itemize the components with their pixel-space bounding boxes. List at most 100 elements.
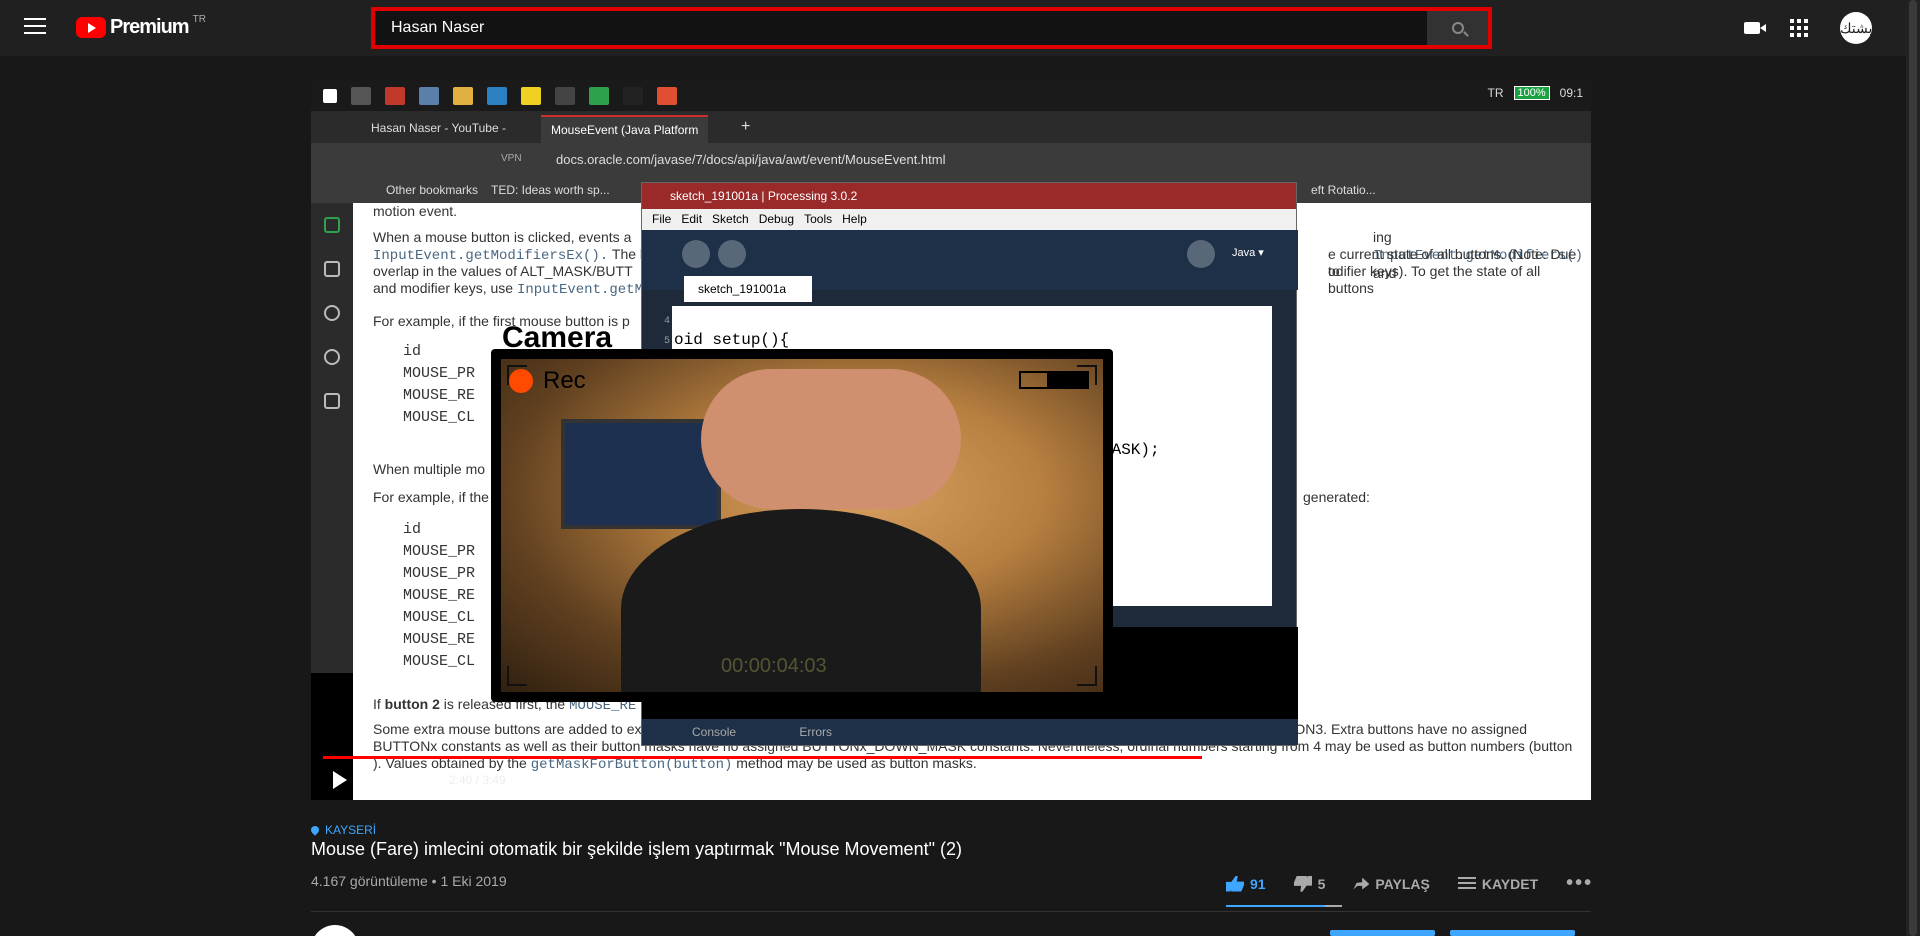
camera-feed-hand (701, 369, 961, 509)
fullscreen-icon[interactable] (1555, 772, 1575, 788)
processing-toolbar: Java ▾ sketch_191001a (642, 230, 1298, 302)
history-icon (324, 349, 340, 365)
app-icon (487, 86, 507, 105)
doc-text-bold: button 2 (384, 696, 440, 712)
bookmark-item: TED: Ideas worth sp... (491, 183, 610, 197)
search-icon (351, 86, 371, 105)
new-tab-icon: + (741, 118, 751, 135)
join-button[interactable] (1330, 930, 1435, 936)
whatsapp-icon (324, 217, 340, 233)
opera-icon (385, 86, 405, 105)
scrollbar-thumb[interactable] (1909, 0, 1917, 936)
camera-timecode: 00:00:04:03 (721, 655, 827, 677)
divider (311, 911, 1591, 912)
view-count: 4.167 görüntüleme (311, 873, 428, 889)
mute-icon[interactable] (411, 773, 425, 787)
theater-mode-icon[interactable] (1513, 772, 1537, 788)
event-list-item: id (403, 343, 422, 360)
account-avatar[interactable]: ﺑﺸﺘﻚ (1840, 12, 1872, 44)
menu-icon[interactable] (24, 18, 46, 36)
video-player[interactable]: TR 100% 09:1 Hasan Naser - YouTube - Mou… (311, 80, 1591, 800)
doc-text: and modifier keys, use (373, 280, 514, 296)
errors-tab: Errors (799, 725, 833, 739)
youtube-logo[interactable]: Premium TR (76, 14, 206, 39)
event-list: id MOUSE_PR MOUSE_RE MOUSE_CL (403, 341, 475, 429)
doc-code: InputEvent.getModifiersEx(). (373, 248, 609, 264)
next-icon[interactable] (371, 773, 383, 787)
more-actions-button[interactable]: ••• (1566, 872, 1593, 895)
search-box (371, 7, 1492, 49)
subscribe-button[interactable] (1450, 930, 1575, 936)
brand-label: Premium (110, 16, 190, 38)
media-icon (623, 86, 643, 105)
create-video-button[interactable] (1740, 16, 1766, 40)
rec-indicator: Rec (509, 367, 586, 395)
event-list: id MOUSE_PR MOUSE_PR MOUSE_RE MOUSE_CL M… (403, 519, 475, 673)
like-button[interactable]: 91 (1226, 875, 1266, 892)
event-list-item: MOUSE_RE (403, 587, 476, 604)
send-icon (324, 261, 340, 277)
play-icon[interactable] (333, 771, 347, 789)
video-actions: 91 5 PAYLAŞ KAYDET ••• (1226, 872, 1593, 895)
stop-icon (718, 240, 746, 268)
share-icon (1353, 877, 1370, 890)
event-list-item: MOUSE_CL (403, 409, 476, 426)
player-controls: 2:40 / 3:49 (311, 762, 1591, 798)
dislike-button[interactable]: 5 (1294, 875, 1325, 892)
current-time: 2:40 (449, 773, 473, 787)
video-meta: 4.167 görüntüleme • 1 Eki 2019 (311, 873, 507, 889)
progress-bar[interactable] (323, 756, 1579, 759)
event-list-item: MOUSE_RE (403, 631, 476, 648)
event-list-item: id (403, 521, 422, 538)
line-number: 5 (664, 336, 671, 347)
menu-item: File (652, 212, 672, 226)
doc-text: When a mouse button is clicked, events a (373, 229, 632, 245)
debug-icon (1187, 240, 1215, 268)
browser-tab-strip: Hasan Naser - YouTube - MouseEvent (Java… (311, 111, 1591, 143)
channel-avatar[interactable] (311, 925, 359, 936)
region-label: TR (192, 14, 206, 25)
mode-selector: Java ▾ (1232, 247, 1264, 259)
settings-gear-icon[interactable] (1433, 772, 1453, 788)
processing-titlebar: sketch_191001a | Processing 3.0.2 (642, 183, 1296, 209)
search-input[interactable] (375, 11, 1427, 45)
playlist-add-icon (1457, 876, 1476, 891)
share-button[interactable]: PAYLAŞ (1353, 875, 1430, 892)
app-icon (589, 86, 609, 105)
sticky-notes-icon (521, 86, 541, 105)
share-label: PAYLAŞ (1375, 875, 1430, 892)
location-label: KAYSERİ (325, 823, 377, 837)
subtitles-icon[interactable] (1393, 772, 1413, 788)
youtube-play-icon (76, 17, 106, 38)
browser-url: docs.oracle.com/javase/7/docs/api/java/a… (556, 152, 946, 167)
event-list-item: MOUSE_CL (403, 609, 476, 626)
browser-tab-active: MouseEvent (Java Platform (541, 115, 709, 143)
event-list-item: MOUSE_CL (403, 653, 476, 670)
sketch-tab: sketch_191001a (684, 276, 812, 302)
folder-icon (453, 86, 473, 105)
run-icon (682, 240, 710, 268)
search-button[interactable] (1427, 11, 1488, 45)
menu-item: Help (842, 212, 867, 226)
menu-item: Sketch (712, 212, 749, 226)
browser-address-bar: VPN docs.oracle.com/javase/7/docs/api/ja… (311, 143, 1591, 177)
thumbs-down-icon (1294, 876, 1312, 892)
location-link[interactable]: KAYSERİ (309, 823, 377, 837)
line-number: 4 (664, 316, 671, 327)
heart-icon (324, 305, 340, 321)
tray-clock: 09:1 (1559, 86, 1583, 100)
miniplayer-icon[interactable] (1473, 772, 1493, 788)
page-scrollbar[interactable] (1906, 0, 1920, 936)
console-tabs: Console Errors (642, 719, 1298, 745)
thumbs-up-icon (1226, 875, 1244, 892)
menu-item: Debug (758, 212, 795, 226)
sentiment-bar (1226, 905, 1342, 907)
apps-button[interactable] (1787, 16, 1811, 40)
location-pin-icon (309, 824, 321, 836)
search-icon (1451, 22, 1464, 34)
video-taskbar: TR 100% 09:1 (311, 80, 1591, 111)
console-tab: Console (692, 725, 737, 739)
app-icon (657, 86, 677, 105)
save-button[interactable]: KAYDET (1457, 876, 1538, 892)
browser-sidebar (311, 203, 353, 673)
